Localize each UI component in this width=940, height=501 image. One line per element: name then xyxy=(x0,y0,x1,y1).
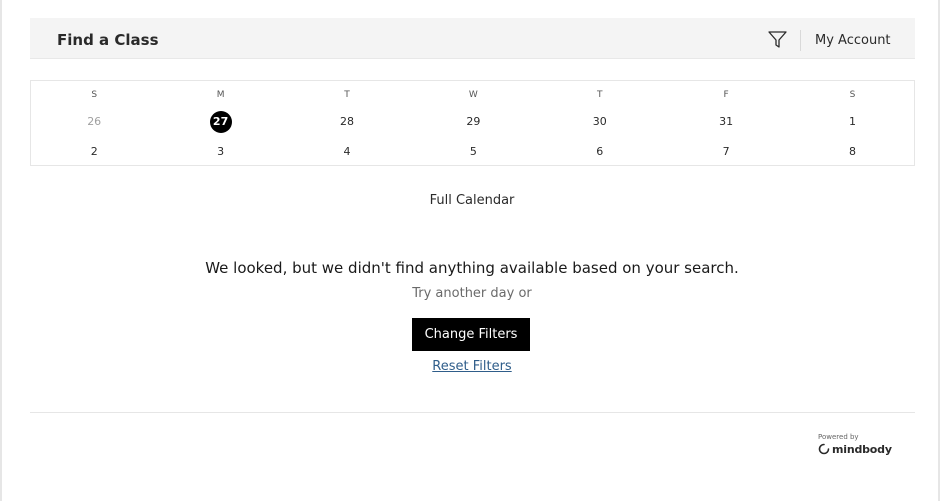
page-frame: Find a Class My Account S M T W T F S 26… xyxy=(0,0,940,501)
brand-name: mindbody xyxy=(832,442,892,456)
calendar-day[interactable]: 1 xyxy=(789,110,915,134)
calendar-week-row: 2 3 4 5 6 7 8 xyxy=(31,140,914,164)
full-calendar-link[interactable]: Full Calendar xyxy=(2,193,940,208)
empty-state-message: We looked, but we didn't find anything a… xyxy=(205,259,739,277)
calendar-day[interactable]: 3 xyxy=(157,140,283,164)
weekday-label: S xyxy=(849,90,856,100)
calendar-day[interactable]: 2 xyxy=(31,140,157,164)
calendar-day[interactable]: 31 xyxy=(663,110,789,134)
my-account-link[interactable]: My Account xyxy=(815,18,891,64)
powered-by-badge[interactable]: Powered by mindbody xyxy=(818,432,898,458)
calendar-day[interactable]: 5 xyxy=(410,140,536,164)
calendar-day[interactable]: 29 xyxy=(410,110,536,134)
filter-funnel-icon xyxy=(768,31,787,48)
reset-filters-link[interactable]: Reset Filters xyxy=(432,359,511,374)
powered-by-label: Powered by xyxy=(818,433,859,441)
weekday-label: W xyxy=(468,90,478,100)
mindbody-logo-icon xyxy=(818,443,830,455)
week-calendar: S M T W T F S 26 27 28 29 30 31 1 2 3 4 … xyxy=(30,80,915,166)
weekday-label: T xyxy=(344,90,350,100)
calendar-day[interactable]: 8 xyxy=(789,140,915,164)
header-bar: Find a Class My Account xyxy=(30,18,915,59)
reset-filters-row: Reset Filters xyxy=(2,359,940,374)
selected-day-badge: 27 xyxy=(209,111,232,133)
brand-logo: mindbody xyxy=(818,442,892,456)
footer-divider xyxy=(30,412,915,413)
calendar-day[interactable]: 28 xyxy=(284,110,410,134)
weekday-label: S xyxy=(91,90,98,100)
change-filters-button[interactable]: Change Filters xyxy=(412,318,530,351)
calendar-day[interactable]: 4 xyxy=(284,140,410,164)
page-title: Find a Class xyxy=(57,31,159,49)
calendar-day[interactable]: 30 xyxy=(537,110,663,134)
header-divider xyxy=(800,30,801,51)
calendar-day[interactable]: 6 xyxy=(537,140,663,164)
calendar-week-row: 26 27 28 29 30 31 1 xyxy=(31,110,914,134)
weekday-label: F xyxy=(723,90,729,100)
weekday-label: T xyxy=(597,90,603,100)
calendar-day[interactable]: 26 xyxy=(31,110,157,134)
weekday-header-row: S M T W T F S xyxy=(31,88,914,102)
weekday-label: M xyxy=(216,90,225,100)
empty-state-suggestion: Try another day or xyxy=(412,286,532,301)
calendar-day[interactable]: 7 xyxy=(663,140,789,164)
filter-button[interactable] xyxy=(767,29,788,50)
calendar-day-selected[interactable]: 27 xyxy=(157,110,283,134)
